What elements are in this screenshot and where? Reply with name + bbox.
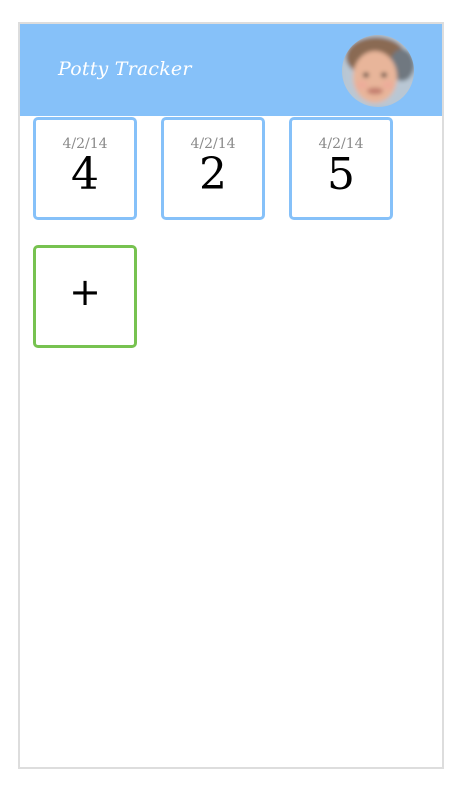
avatar-photo-icon	[342, 35, 414, 107]
add-entry-button[interactable]: +	[33, 245, 137, 348]
entry-tile[interactable]: 4/2/14 5	[289, 117, 393, 220]
entry-tile[interactable]: 4/2/14 4	[33, 117, 137, 220]
avatar[interactable]	[342, 35, 414, 107]
app-header: Potty Tracker	[20, 24, 442, 116]
app-title: Potty Tracker	[58, 58, 192, 80]
entry-count: 5	[327, 149, 355, 200]
entry-count: 4	[71, 149, 99, 200]
entry-tile[interactable]: 4/2/14 2	[161, 117, 265, 220]
plus-icon: +	[69, 270, 101, 314]
entry-count: 2	[199, 149, 227, 200]
